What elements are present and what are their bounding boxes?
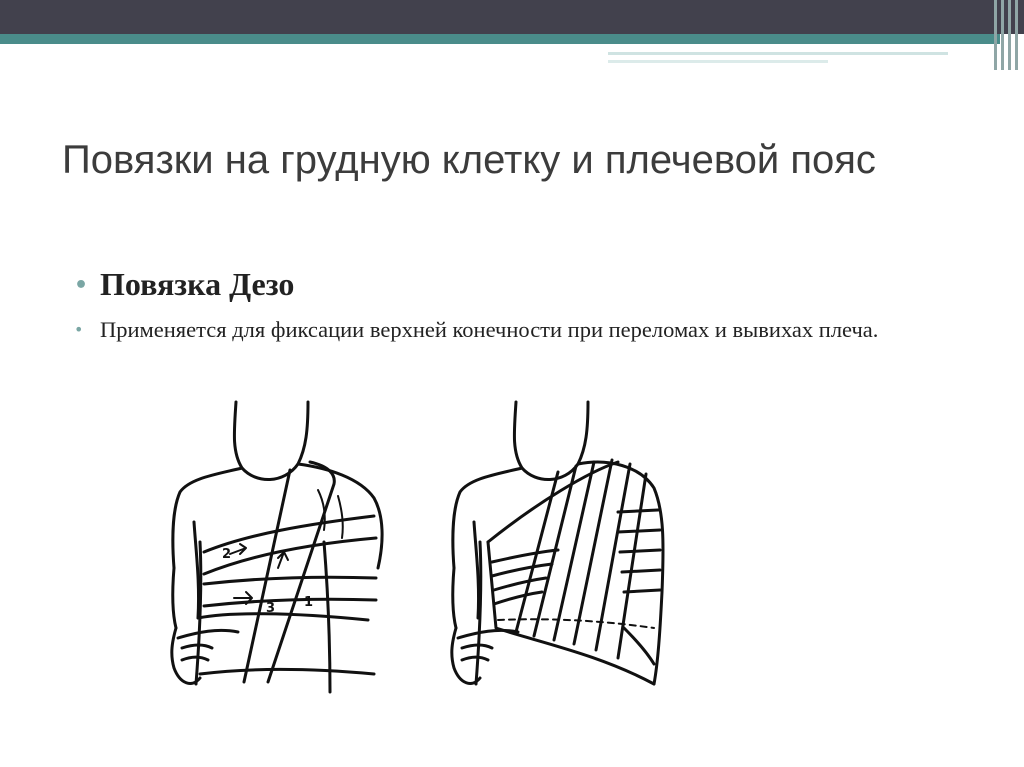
step-label: 2 [222, 547, 231, 562]
slide-title: Повязки на грудную клетку и плечевой поя… [62, 138, 876, 182]
accent-line [608, 52, 948, 55]
bullet-list: • Повязка Дезо • Применяется для фиксаци… [74, 262, 974, 345]
figure-desault-steps [170, 400, 384, 694]
bullet-text: Повязка Дезо [100, 266, 295, 302]
figure-desault-finished [450, 400, 665, 686]
bullet-dot-icon: • [74, 273, 89, 298]
bandage-illustration: 2 3 1 [170, 400, 665, 694]
bullet-dot-icon: • [74, 320, 84, 339]
slide: Повязки на грудную клетку и плечевой поя… [0, 0, 1024, 767]
bullet-text: Применяется для фиксации верхней конечно… [100, 317, 879, 342]
accent-bar [0, 34, 1000, 44]
bullet-item: • Применяется для фиксации верхней конеч… [74, 314, 974, 345]
step-label: 3 [266, 601, 275, 616]
bullet-item: • Повязка Дезо [74, 262, 974, 306]
corner-stripes [992, 0, 1024, 70]
accent-line [608, 60, 828, 63]
step-label: 1 [304, 595, 313, 610]
header-band [0, 0, 1024, 34]
